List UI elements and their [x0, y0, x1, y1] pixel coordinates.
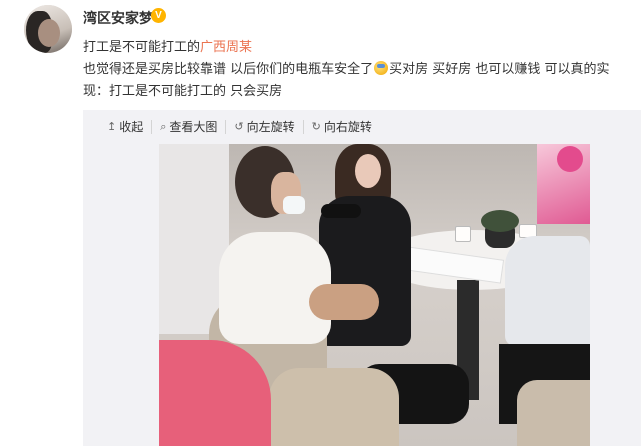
collapse-icon: ↥ — [107, 120, 117, 133]
photo-woman-body — [319, 196, 411, 346]
photo-cup-1 — [455, 226, 471, 242]
post-text-line-2: 也觉得还是买房比较靠谱 以后你们的电瓶车安全了 买对房 买好房 也可以赚钱 可以真… — [83, 58, 610, 77]
photo-right-chair — [517, 380, 590, 446]
post-text-part-a: 也觉得还是买房比较靠谱 以后你们的电瓶车安全了 — [83, 62, 374, 77]
post-photo[interactable] — [159, 144, 590, 446]
view-large-label: 查看大图 — [169, 120, 218, 134]
rotate-right-button[interactable]: ↻ 向右旋转 — [304, 120, 380, 134]
post-text-prefix: 打工是不可能打工的 — [83, 40, 201, 55]
photo-pink-ball — [557, 146, 583, 172]
photo-woman-face — [355, 154, 381, 188]
photo-right-person — [505, 236, 590, 346]
post-text-part-b: 买对房 买好房 也可以赚钱 可以真的实 — [389, 62, 610, 77]
rotate-left-button[interactable]: ↺ 向左旋转 — [226, 120, 304, 134]
media-toolbar: ↥ 收起 ⌕ 查看大图 ↺ 向左旋转 ↻ 向右旋转 — [99, 118, 380, 136]
post-text-line-1: 打工是不可能打工的广西周某 — [83, 36, 252, 55]
photo-armchair — [269, 368, 399, 446]
collapse-label: 收起 — [119, 120, 144, 134]
post-text-line-3: 现：打工是不可能打工的 只会买房 — [83, 84, 283, 99]
rotate-right-label: 向右旋转 — [323, 120, 372, 134]
emoji-icon — [374, 61, 389, 75]
photo-hair-dryer — [321, 204, 361, 218]
rotate-left-icon: ↺ — [234, 120, 244, 133]
verified-badge-icon: V — [151, 8, 166, 23]
magnifier-icon: ⌕ — [160, 120, 167, 133]
rotate-right-icon: ↻ — [311, 120, 321, 133]
user-avatar[interactable] — [24, 5, 72, 53]
photo-plant — [481, 210, 519, 232]
username-link[interactable]: 湾区安家梦 — [83, 8, 153, 28]
photo-mask — [283, 196, 305, 214]
view-large-button[interactable]: ⌕ 查看大图 — [152, 120, 227, 134]
collapse-button[interactable]: ↥ 收起 — [99, 120, 153, 134]
rotate-left-label: 向左旋转 — [246, 120, 295, 134]
location-link[interactable]: 广西周某 — [200, 40, 252, 55]
photo-man-arm — [309, 284, 379, 320]
avatar-face — [38, 19, 60, 47]
